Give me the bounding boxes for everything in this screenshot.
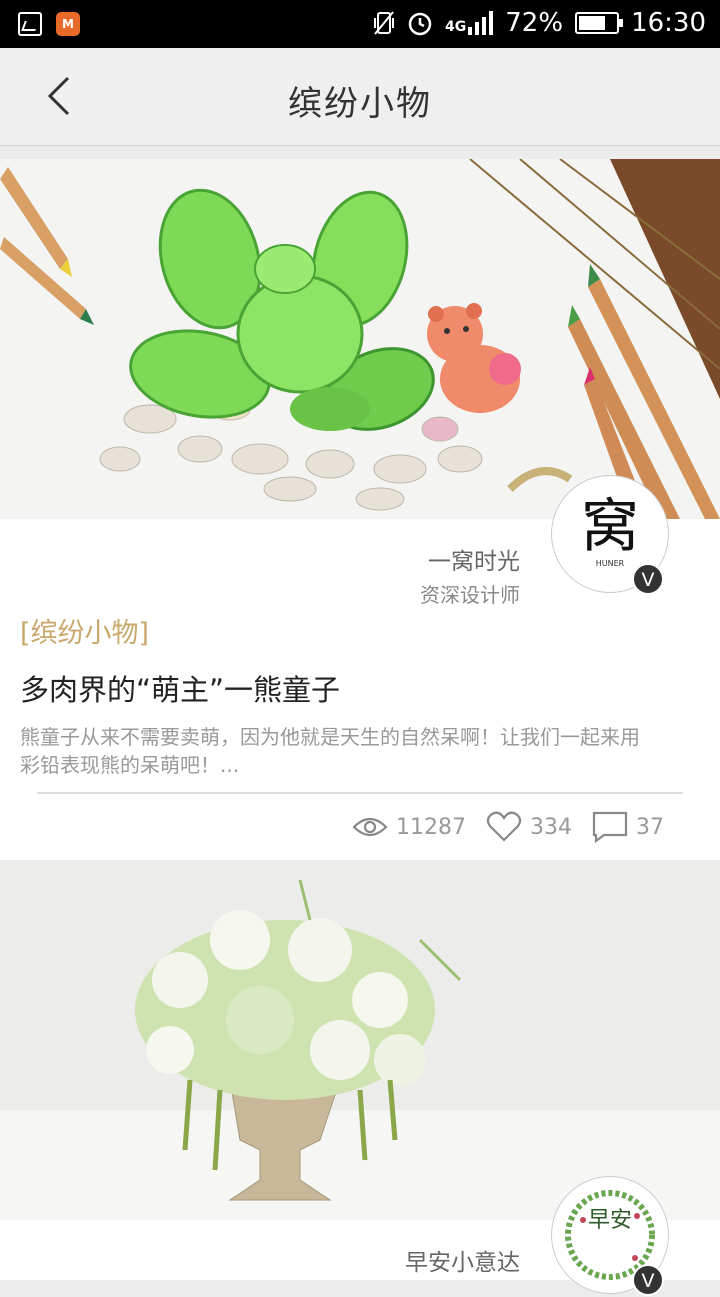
eye-icon: [352, 817, 388, 837]
network-type: 4G: [445, 19, 467, 35]
divider: [37, 792, 683, 794]
post-stats: 11287 334 37: [332, 811, 664, 843]
post-summary: 熊童子从来不需要卖萌，因为他就是天生的自然呆啊！让我们一起来用彩铅表现熊的呆萌吧…: [20, 725, 640, 777]
clock: 16:30: [631, 8, 706, 38]
likes-count: 334: [530, 814, 572, 840]
post-card[interactable]: 早安小意达 早安 V: [0, 860, 720, 1296]
avatar-logo-text: 窝: [580, 492, 639, 560]
comments-count: 37: [636, 814, 664, 840]
nav-bar: 缤纷小物: [0, 48, 720, 146]
heart-icon: [486, 811, 522, 842]
post-card[interactable]: 一窝时光 资深设计师 窝 HUNER V [缤纷小物] 多肉界的“萌主”一熊童子…: [0, 159, 720, 860]
author-role: 资深设计师: [420, 583, 520, 607]
comment-icon: [592, 811, 628, 843]
author-name[interactable]: 一窝时光: [428, 542, 520, 576]
vibrate-icon: [374, 11, 395, 35]
views-count: 11287: [396, 814, 466, 840]
comments-stat[interactable]: 37: [592, 811, 664, 843]
status-bar: M 4G 72% 16:30: [0, 0, 720, 48]
verified-badge: V: [632, 1264, 664, 1296]
alarm-icon: [408, 12, 432, 36]
page-title: 缤纷小物: [288, 84, 432, 124]
post-image[interactable]: [0, 159, 720, 519]
category-tag[interactable]: [缤纷小物]: [20, 611, 149, 650]
battery-icon: [575, 12, 624, 34]
verified-badge: V: [632, 563, 664, 595]
likes-stat[interactable]: 334: [486, 811, 572, 843]
avatar-logo-text: 早安: [587, 1208, 632, 1233]
gallery-icon: [18, 12, 42, 36]
post-title[interactable]: 多肉界的“萌主”一熊童子: [20, 667, 340, 709]
post-feed[interactable]: 一窝时光 资深设计师 窝 HUNER V [缤纷小物] 多肉界的“萌主”一熊童子…: [0, 159, 720, 1296]
author-name[interactable]: 早安小意达: [405, 1243, 520, 1277]
app-notification-icon: M: [56, 12, 80, 36]
battery-percent: 72%: [505, 8, 564, 38]
views-stat: 11287: [352, 815, 466, 840]
post-image[interactable]: [0, 860, 720, 1220]
signal-icon: [468, 11, 494, 35]
